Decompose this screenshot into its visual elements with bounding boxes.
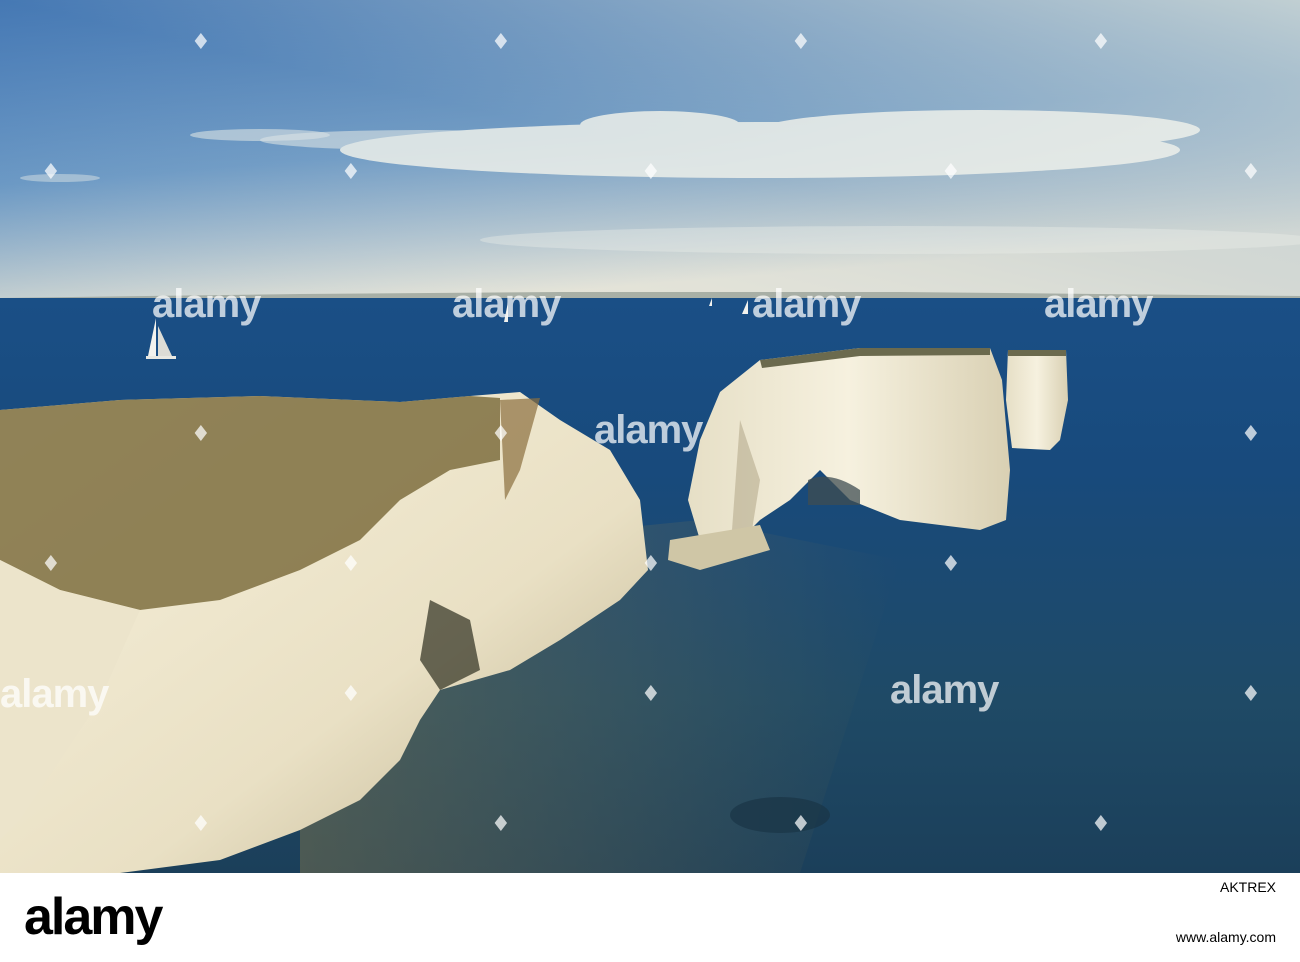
image-id: AKTREX [1219, 879, 1276, 895]
alamy-logo: alamy [24, 888, 163, 946]
sea-stack-pinnacle [1006, 350, 1068, 450]
coastal-photo: ♦ ♦ ♦ ♦ ♦ ♦ ♦ ♦ ♦ alamy alamy alamy alam… [0, 0, 1300, 873]
coastal-scene [0, 0, 1300, 873]
site-url: www.alamy.com [1175, 929, 1276, 945]
stock-photo-page: ♦ ♦ ♦ ♦ ♦ ♦ ♦ ♦ ♦ alamy alamy alamy alam… [0, 0, 1300, 962]
stock-footer-bar: alamy AKTREX www.alamy.com [0, 873, 1300, 962]
